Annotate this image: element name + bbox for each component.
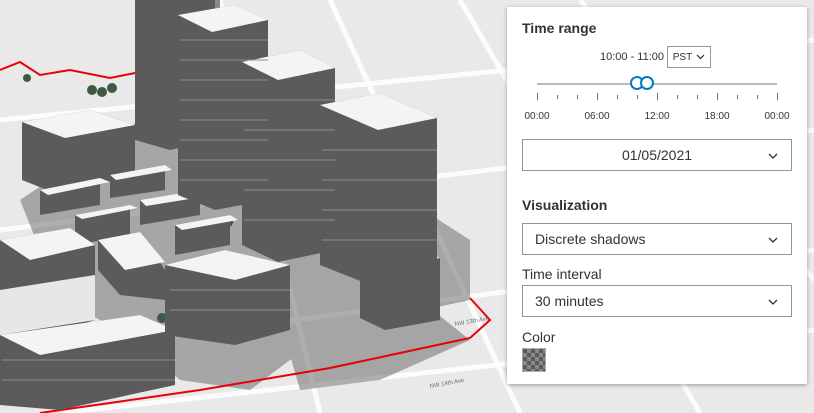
slider-tick [737, 95, 738, 99]
date-value: 01/05/2021 [621, 147, 693, 163]
street-label: NW 14th Ave [429, 378, 465, 390]
slider-tick-label: 18:00 [704, 111, 730, 122]
timezone-label: PST [672, 51, 693, 63]
slider-tick [637, 95, 638, 99]
slider-tick [657, 93, 658, 100]
time-interval-value: 30 minutes [535, 293, 604, 309]
visualization-value: Discrete shadows [535, 231, 646, 247]
time-range-text: 10:00 - 11:00 [600, 51, 665, 63]
time-range-title: Time range [522, 20, 597, 36]
slider-tick [577, 95, 578, 99]
timezone-select[interactable]: PST [667, 46, 711, 68]
time-range-slider-thumb-end[interactable] [640, 76, 654, 90]
time-interval-label: Time interval [522, 266, 602, 282]
slider-tick [557, 95, 558, 99]
street-label: NW 13th Ave [454, 316, 490, 328]
slider-tick [617, 95, 618, 99]
slider-tick [717, 93, 718, 100]
visualization-select[interactable]: Discrete shadows [522, 223, 792, 255]
date-picker[interactable]: 01/05/2021 [522, 139, 792, 171]
slider-tick [697, 95, 698, 99]
slider-tick-label: 06:00 [584, 111, 610, 122]
shadow-cast-panel: Time range 10:00 - 11:00 PST 00:00 06:00 1… [507, 7, 807, 384]
time-range-slider-track[interactable] [537, 83, 777, 85]
slider-tick [597, 93, 598, 100]
color-label: Color [522, 329, 556, 345]
slider-tick-label: 00:00 [764, 111, 790, 122]
slider-tick [777, 93, 778, 100]
slider-tick-label: 00:00 [524, 111, 550, 122]
chevron-down-icon [768, 237, 778, 243]
slider-tick [677, 95, 678, 99]
slider-tick [537, 93, 538, 100]
time-interval-select[interactable]: 30 minutes [522, 285, 792, 317]
chevron-down-icon [768, 153, 778, 159]
chevron-down-icon [768, 299, 778, 305]
chevron-down-icon [696, 54, 705, 60]
slider-tick [757, 95, 758, 99]
color-swatch[interactable] [522, 348, 546, 372]
visualization-title: Visualization [522, 197, 608, 213]
boundary-line [0, 60, 141, 80]
slider-tick-label: 12:00 [644, 111, 670, 122]
